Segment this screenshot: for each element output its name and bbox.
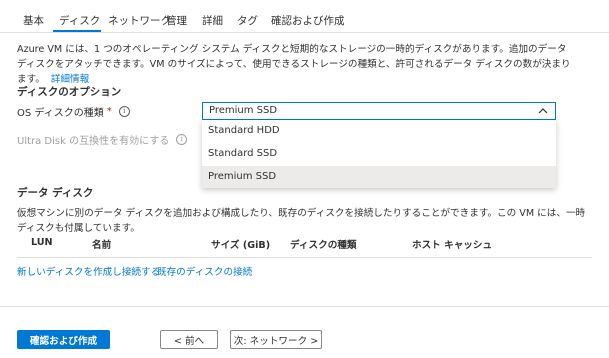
data-disks-title: データ ディスク: [17, 187, 94, 199]
column-disk-type: ディスクの種類: [290, 240, 357, 251]
dropdown-option-standard-ssd[interactable]: Standard SSD: [202, 143, 556, 165]
disk-options-title: ディスクのオプション: [17, 86, 122, 98]
dropdown-selected-value: Premium SSD: [209, 105, 278, 116]
intro-description: Azure VM には、1 つのオペレーティング システム ディスクと短期的なス…: [17, 44, 571, 85]
option-label: Premium SSD: [208, 171, 277, 182]
dropdown-option-standard-hdd[interactable]: Standard HDD: [202, 120, 556, 142]
tab-review-create[interactable]: 確認および作成: [271, 13, 345, 34]
chevron-up-icon: [538, 108, 548, 114]
option-label: Standard SSD: [208, 148, 278, 159]
review-create-button[interactable]: 確認および作成: [17, 330, 110, 349]
ultra-disk-text: Ultra Disk の互換性を有効にする: [17, 136, 170, 147]
tab-advanced[interactable]: 詳細: [202, 13, 223, 34]
tab-management[interactable]: 管理: [166, 13, 187, 34]
option-label: Standard HDD: [208, 125, 280, 136]
active-tab-indicator: [53, 30, 101, 32]
ultra-disk-label: Ultra Disk の互換性を有効にする i: [17, 132, 188, 147]
disks-page: 基本 ディスク ネットワーク 管理 詳細 タグ 確認および作成 Azure VM…: [0, 0, 609, 358]
info-icon[interactable]: i: [118, 106, 130, 117]
os-disk-type-label: OS ディスクの種類 * i: [17, 104, 130, 119]
data-disks-description: 仮想マシンに別のデータ ディスクを追加および構成したり、既存のディスクを接続した…: [17, 208, 586, 234]
column-name: 名前: [92, 240, 112, 251]
required-mark: *: [106, 106, 112, 117]
create-attach-disk-link[interactable]: 新しいディスクを作成し接続する: [17, 264, 160, 278]
tab-bar: 基本 ディスク ネットワーク 管理 詳細 タグ 確認および作成: [0, 0, 609, 33]
attach-existing-disk-link[interactable]: 既存のディスクの接続: [157, 264, 252, 278]
tab-network[interactable]: ネットワーク: [108, 13, 171, 34]
column-host-cache: ホスト キャッシュ: [412, 240, 493, 251]
tab-tags[interactable]: タグ: [237, 13, 258, 34]
data-disks-table-header: LUN 名前 サイズ (GiB) ディスクの種類 ホスト キャッシュ: [17, 235, 592, 258]
tab-basics[interactable]: 基本: [23, 13, 44, 34]
column-lun: LUN: [31, 237, 53, 248]
info-icon[interactable]: i: [176, 134, 188, 145]
intro-text: Azure VM には、1 つのオペレーティング システム ディスクと短期的なス…: [17, 42, 577, 87]
dropdown-menu: Standard HDD Standard SSD Premium SSD: [202, 120, 556, 188]
os-disk-type-text: OS ディスクの種類: [17, 108, 104, 119]
previous-button[interactable]: < 前へ: [160, 330, 218, 349]
dropdown-option-premium-ssd[interactable]: Premium SSD: [202, 166, 556, 188]
next-network-button[interactable]: 次: ネットワーク >: [230, 330, 322, 349]
os-disk-type-dropdown[interactable]: Premium SSD: [202, 102, 556, 120]
column-size: サイズ (GiB): [211, 240, 271, 251]
footer-divider: [0, 306, 609, 307]
